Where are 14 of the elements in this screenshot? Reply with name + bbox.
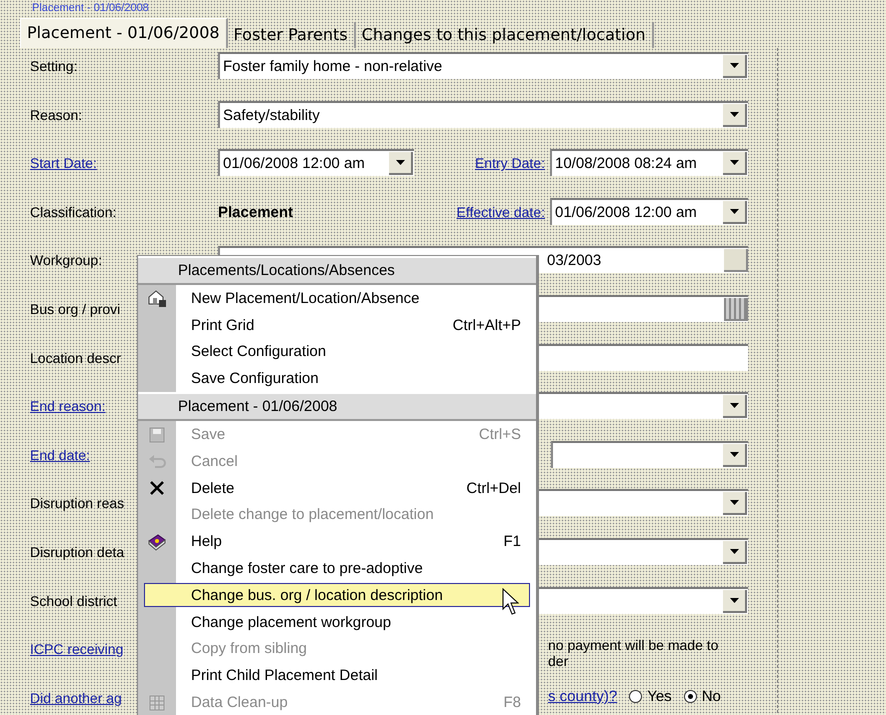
section-caption: Placement - 01/06/2008 [32,2,149,14]
field-label: School district [30,592,118,609]
field-label: Setting: [30,58,78,74]
menu-section-header: Placement - 01/06/2008 [138,392,536,422]
field-label: Bus org / provi [30,300,120,317]
field-label: Reason: [30,106,82,123]
classification-value: Placement [218,202,294,221]
field-label: Disruption deta [30,544,124,560]
field-label: Disruption reas [30,495,124,512]
field-label: Location descr [30,350,122,366]
field-label: Workgroup: [30,252,102,268]
note-text: no payment will be made to der [548,636,718,670]
field-label: Classification: [30,204,116,220]
menu-section-header: Placements/Locations/Absences [138,256,536,285]
